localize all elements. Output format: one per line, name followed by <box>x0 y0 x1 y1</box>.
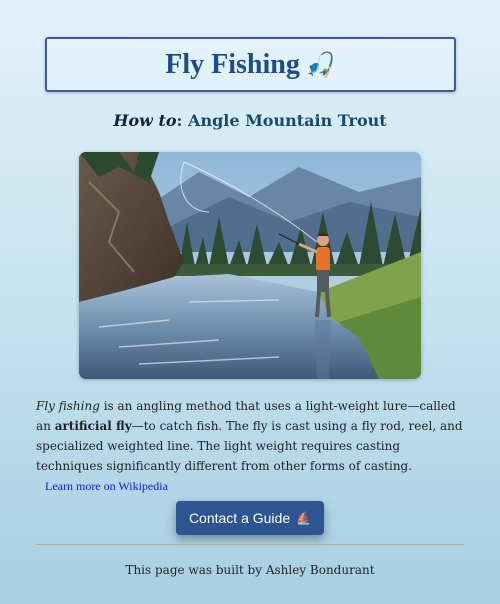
subtitle-prefix: How to <box>113 111 177 130</box>
subtitle-separator: : <box>176 111 189 130</box>
fishing-pole-icon: 🎣 <box>305 50 336 79</box>
subtitle-text: Angle Mountain Trout <box>188 111 387 130</box>
page-title-box: Fly Fishing 🎣 <box>45 37 456 92</box>
description-bold-term: artificial fly <box>54 419 132 433</box>
description-term: Fly fishing <box>36 399 100 413</box>
page-title: Fly Fishing <box>165 48 300 80</box>
subtitle: How to: Angle Mountain Trout <box>0 111 500 130</box>
description-paragraph: Fly fishing is an angling method that us… <box>36 396 466 476</box>
footer-text: This page was built by Ashley Bondurant <box>125 563 375 577</box>
contact-guide-button[interactable]: Contact a Guide ⛵ <box>176 501 324 535</box>
contact-guide-label: Contact a Guide <box>188 510 291 526</box>
sailboat-icon: ⛵ <box>296 511 312 525</box>
wikipedia-link[interactable]: Learn more on Wikipedia <box>45 479 168 494</box>
footer-divider <box>36 544 464 545</box>
fly-fishing-photo <box>79 152 421 379</box>
